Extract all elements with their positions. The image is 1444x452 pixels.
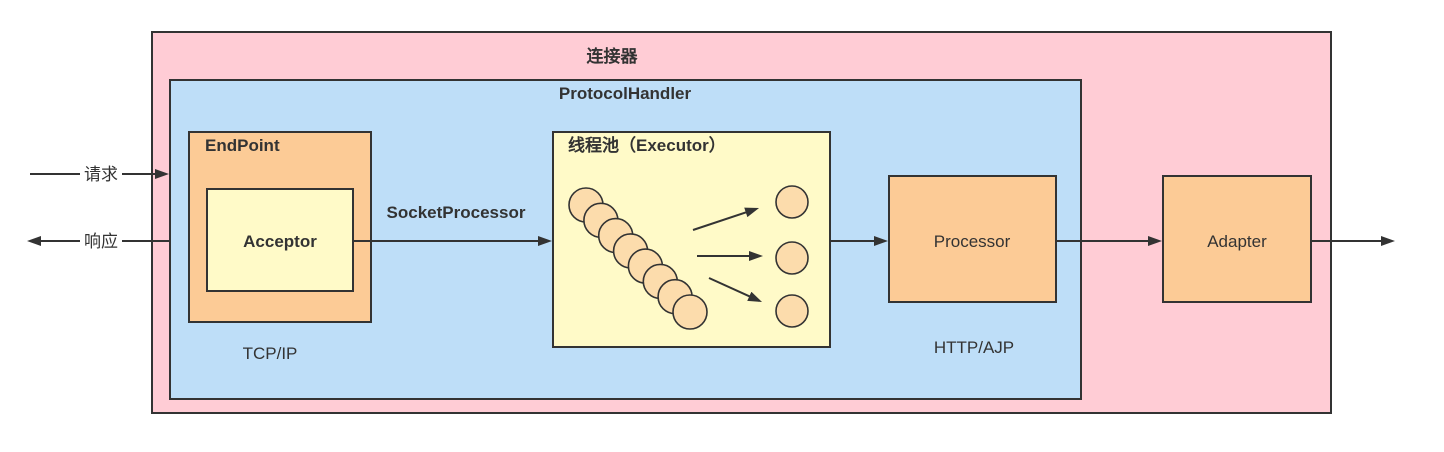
worker-thread-circle <box>775 294 809 328</box>
adapter-label: Adapter <box>1207 232 1267 251</box>
acceptor-label: Acceptor <box>243 232 317 251</box>
http-ajp-label: HTTP/AJP <box>934 338 1014 357</box>
request-label: 请求 <box>84 165 118 184</box>
request-flow: 请求 <box>30 165 169 184</box>
adapter-group: Adapter <box>1162 175 1312 303</box>
connector-architecture-diagram: 连接器 ProtocolHandler EndPoint Acceptor TC… <box>27 31 1395 414</box>
thread-pool-label: 线程池（Executor） <box>568 135 726 155</box>
tcp-ip-label: TCP/IP <box>243 344 298 363</box>
thread-pool-group: 线程池（Executor） <box>552 131 831 348</box>
connector-title: 连接器 <box>587 46 639 66</box>
response-flow: 响应 <box>27 232 170 251</box>
worker-thread-circle <box>775 241 809 275</box>
endpoint-label: EndPoint <box>205 136 280 155</box>
worker-thread-circle <box>775 185 809 219</box>
response-label: 响应 <box>84 232 118 251</box>
processor-label: Processor <box>934 232 1011 251</box>
worker-threads <box>775 185 809 328</box>
socket-processor-label: SocketProcessor <box>387 203 526 222</box>
queued-task-circle <box>672 294 708 330</box>
protocol-handler-title: ProtocolHandler <box>559 84 692 103</box>
